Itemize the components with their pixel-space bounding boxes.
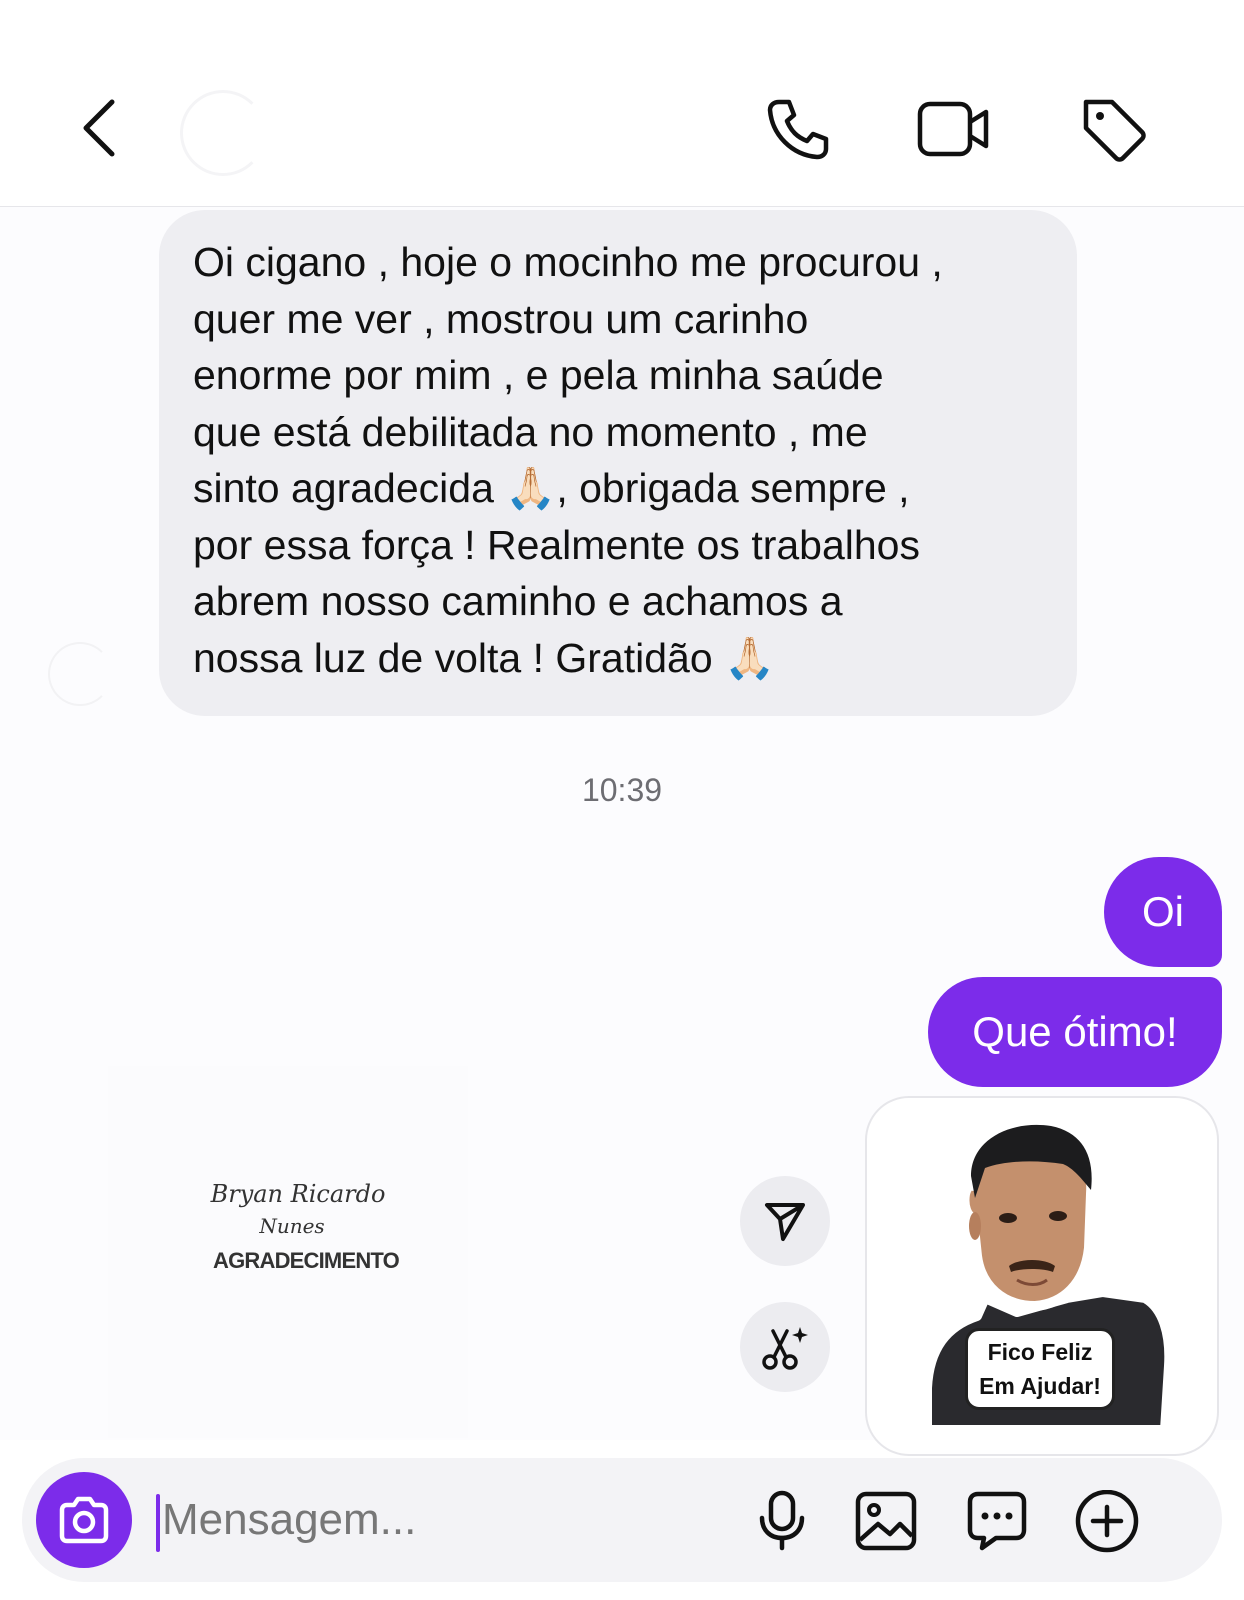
camera-icon [59, 1496, 109, 1544]
text-cursor [156, 1494, 160, 1552]
phone-icon[interactable] [764, 96, 832, 162]
incoming-message-text: Oi cigano , hoje o mocinho me procurou ,… [193, 239, 943, 681]
ai-sparkle-scissors-icon [762, 1327, 808, 1370]
camera-button[interactable] [36, 1472, 132, 1568]
microphone-icon[interactable] [756, 1490, 808, 1552]
video-camera-icon[interactable] [916, 98, 992, 160]
share-button[interactable] [740, 1176, 830, 1266]
post-signature: Nunes [259, 1214, 325, 1238]
remix-button[interactable] [740, 1302, 830, 1392]
back-chevron-icon[interactable] [72, 94, 128, 162]
send-share-icon [765, 1203, 805, 1241]
sticker-message[interactable]: Fico Feliz Em Ajudar! [865, 1096, 1219, 1456]
message-input[interactable] [162, 1480, 722, 1560]
outgoing-message-text: Que ótimo! [972, 1008, 1178, 1055]
sticker-caption: Fico Feliz Em Ajudar! [965, 1328, 1115, 1410]
outgoing-message-bubble[interactable]: Oi [1104, 857, 1222, 967]
tag-icon[interactable] [1078, 94, 1148, 164]
chat-header [0, 0, 1244, 207]
incoming-message-bubble[interactable]: Oi cigano , hoje o mocinho me procurou ,… [159, 210, 1077, 716]
plus-circle-icon[interactable] [1074, 1490, 1140, 1556]
sticker-chat-icon[interactable] [966, 1490, 1028, 1552]
message-composer [22, 1458, 1222, 1582]
post-signature: Bryan Ricardo [210, 1180, 386, 1208]
gallery-icon[interactable] [854, 1490, 918, 1552]
post-title: AGRADECIMENTO [213, 1248, 400, 1273]
message-timestamp: 10:39 [581, 772, 663, 808]
contact-avatar[interactable] [180, 90, 266, 176]
sticker-caption-line: Em Ajudar! [979, 1373, 1101, 1399]
sticker-caption-line: Fico Feliz [987, 1339, 1093, 1365]
outgoing-message-text: Oi [1142, 888, 1184, 935]
outgoing-message-bubble[interactable]: Que ótimo! [928, 977, 1222, 1087]
shared-post-preview[interactable]: Bryan Ricardo Nunes AGRADECIMENTO [108, 1066, 468, 1438]
sender-avatar[interactable] [48, 642, 112, 706]
